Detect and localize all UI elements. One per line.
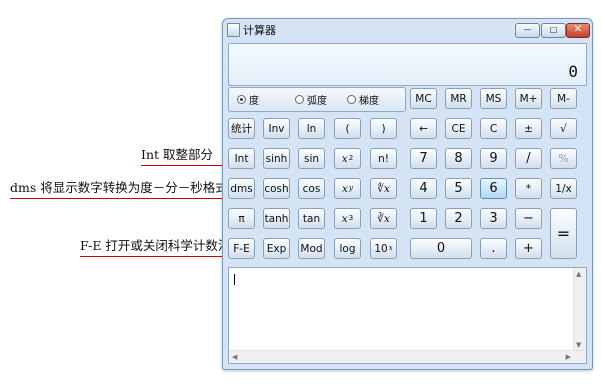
digit-9-button[interactable]: 9 [480,148,507,169]
digit-4-button[interactable]: 4 [410,178,437,199]
backspace-button[interactable]: ← [410,118,437,139]
radians-radio[interactable] [295,95,304,104]
annotation-int-underline [141,165,228,166]
x-power-y-exponent: y [348,183,353,192]
grads-radio[interactable] [347,95,356,104]
title-bar[interactable]: 计算器 — □ ✕ [223,19,592,41]
dms-button[interactable]: dms [228,178,255,199]
digit-3-button[interactable]: 3 [480,208,507,229]
text-caret [234,274,235,285]
left-paren-button[interactable]: ( [334,118,361,139]
annotation-fe: F-E 打开或关闭科学计数法 [80,238,231,253]
square-root-button[interactable]: √ [550,118,577,139]
y-root-x-button[interactable]: ∜x [370,178,397,199]
x-squared-exponent: 2 [348,153,354,162]
factorial-button[interactable]: n! [370,148,397,169]
display-value: 0 [568,62,578,81]
mode-grads-label: 梯度 [359,96,379,107]
x-power-y-button[interactable]: xy [334,178,361,199]
digit-1-button[interactable]: 1 [410,208,437,229]
decimal-point-button[interactable]: . [480,238,507,259]
scroll-left-icon[interactable]: ◀ [232,353,237,361]
annotation-int: Int 取整部分 [141,147,213,162]
ten-power-x-base: 10 [374,242,388,255]
scroll-down-icon[interactable]: ▼ [576,341,581,349]
annotation-dms: dms 将显示数字转换为度－分－秒格式 [10,180,228,195]
percent-button[interactable]: % [550,148,577,169]
multiply-button[interactable]: * [515,178,542,199]
add-button[interactable]: + [515,238,542,259]
reciprocal-button[interactable]: 1/x [550,178,577,199]
window-title: 计算器 [243,24,276,37]
calculator-app-icon [227,23,240,37]
mod-button[interactable]: Mod [298,238,325,259]
subtract-button[interactable]: − [515,208,542,229]
history-area[interactable]: ▲ ▼ ◀ ▶ [228,267,587,364]
divide-button[interactable]: / [515,148,542,169]
x-power-y-base: x [342,182,348,195]
close-button[interactable]: ✕ [566,23,590,38]
mode-radians-label: 弧度 [307,96,327,107]
mode-grads[interactable]: 梯度 [347,92,379,107]
scroll-right-icon[interactable]: ▶ [566,353,571,361]
cos-button[interactable]: cos [298,178,325,199]
x-squared-base: x [341,152,348,165]
mode-degrees[interactable]: 度 [237,92,259,107]
x-cubed-base: x [341,212,348,225]
statistics-button[interactable]: 统计 [228,118,255,139]
horizontal-scrollbar[interactable]: ◀ ▶ [229,350,586,363]
equals-button[interactable]: = [550,208,577,259]
display-panel: 0 [228,43,587,86]
annotation-fe-underline [80,256,228,257]
mc-button[interactable]: MC [410,88,437,109]
digit-0-button[interactable]: 0 [410,238,472,259]
fe-button[interactable]: F-E [228,238,255,259]
m-minus-button[interactable]: M- [550,88,577,109]
digit-7-button[interactable]: 7 [410,148,437,169]
mr-button[interactable]: MR [445,88,472,109]
cosh-button[interactable]: cosh [263,178,290,199]
sinh-button[interactable]: sinh [263,148,290,169]
m-plus-button[interactable]: M+ [515,88,542,109]
tan-button[interactable]: tan [298,208,325,229]
scroll-up-icon[interactable]: ▲ [576,270,581,278]
mode-radians[interactable]: 弧度 [295,92,327,107]
log-button[interactable]: log [334,238,361,259]
ln-button[interactable]: ln [298,118,325,139]
calculator-window: 计算器 — □ ✕ 0 度 弧度 梯度 MC MR MS M+ M- 统计 In… [222,18,593,370]
mode-degrees-label: 度 [249,96,259,107]
x-cubed-exponent: 3 [348,213,354,222]
tanh-button[interactable]: tanh [263,208,290,229]
minimize-button[interactable]: — [515,23,540,38]
maximize-button[interactable]: □ [541,23,566,38]
x-cubed-button[interactable]: x3 [334,208,361,229]
pi-button[interactable]: π [228,208,255,229]
angle-mode-group: 度 弧度 梯度 [228,87,406,112]
digit-8-button[interactable]: 8 [445,148,472,169]
right-paren-button[interactable]: ) [370,118,397,139]
digit-2-button[interactable]: 2 [445,208,472,229]
annotation-dms-underline [10,198,228,199]
digit-6-button[interactable]: 6 [480,178,507,199]
cube-root-button[interactable]: ∛x [370,208,397,229]
exp-button[interactable]: Exp [263,238,290,259]
ten-power-x-exponent: x [388,243,393,252]
ten-power-x-button[interactable]: 10 x [370,238,397,259]
degrees-radio[interactable] [237,95,246,104]
sin-button[interactable]: sin [298,148,325,169]
plus-minus-button[interactable]: ± [515,118,542,139]
vertical-scrollbar[interactable]: ▲ ▼ [573,268,586,351]
ce-button[interactable]: CE [445,118,472,139]
x-squared-button[interactable]: x2 [334,148,361,169]
digit-5-button[interactable]: 5 [445,178,472,199]
int-button[interactable]: Int [228,148,255,169]
c-button[interactable]: C [480,118,507,139]
ms-button[interactable]: MS [480,88,507,109]
inv-button[interactable]: Inv [263,118,290,139]
